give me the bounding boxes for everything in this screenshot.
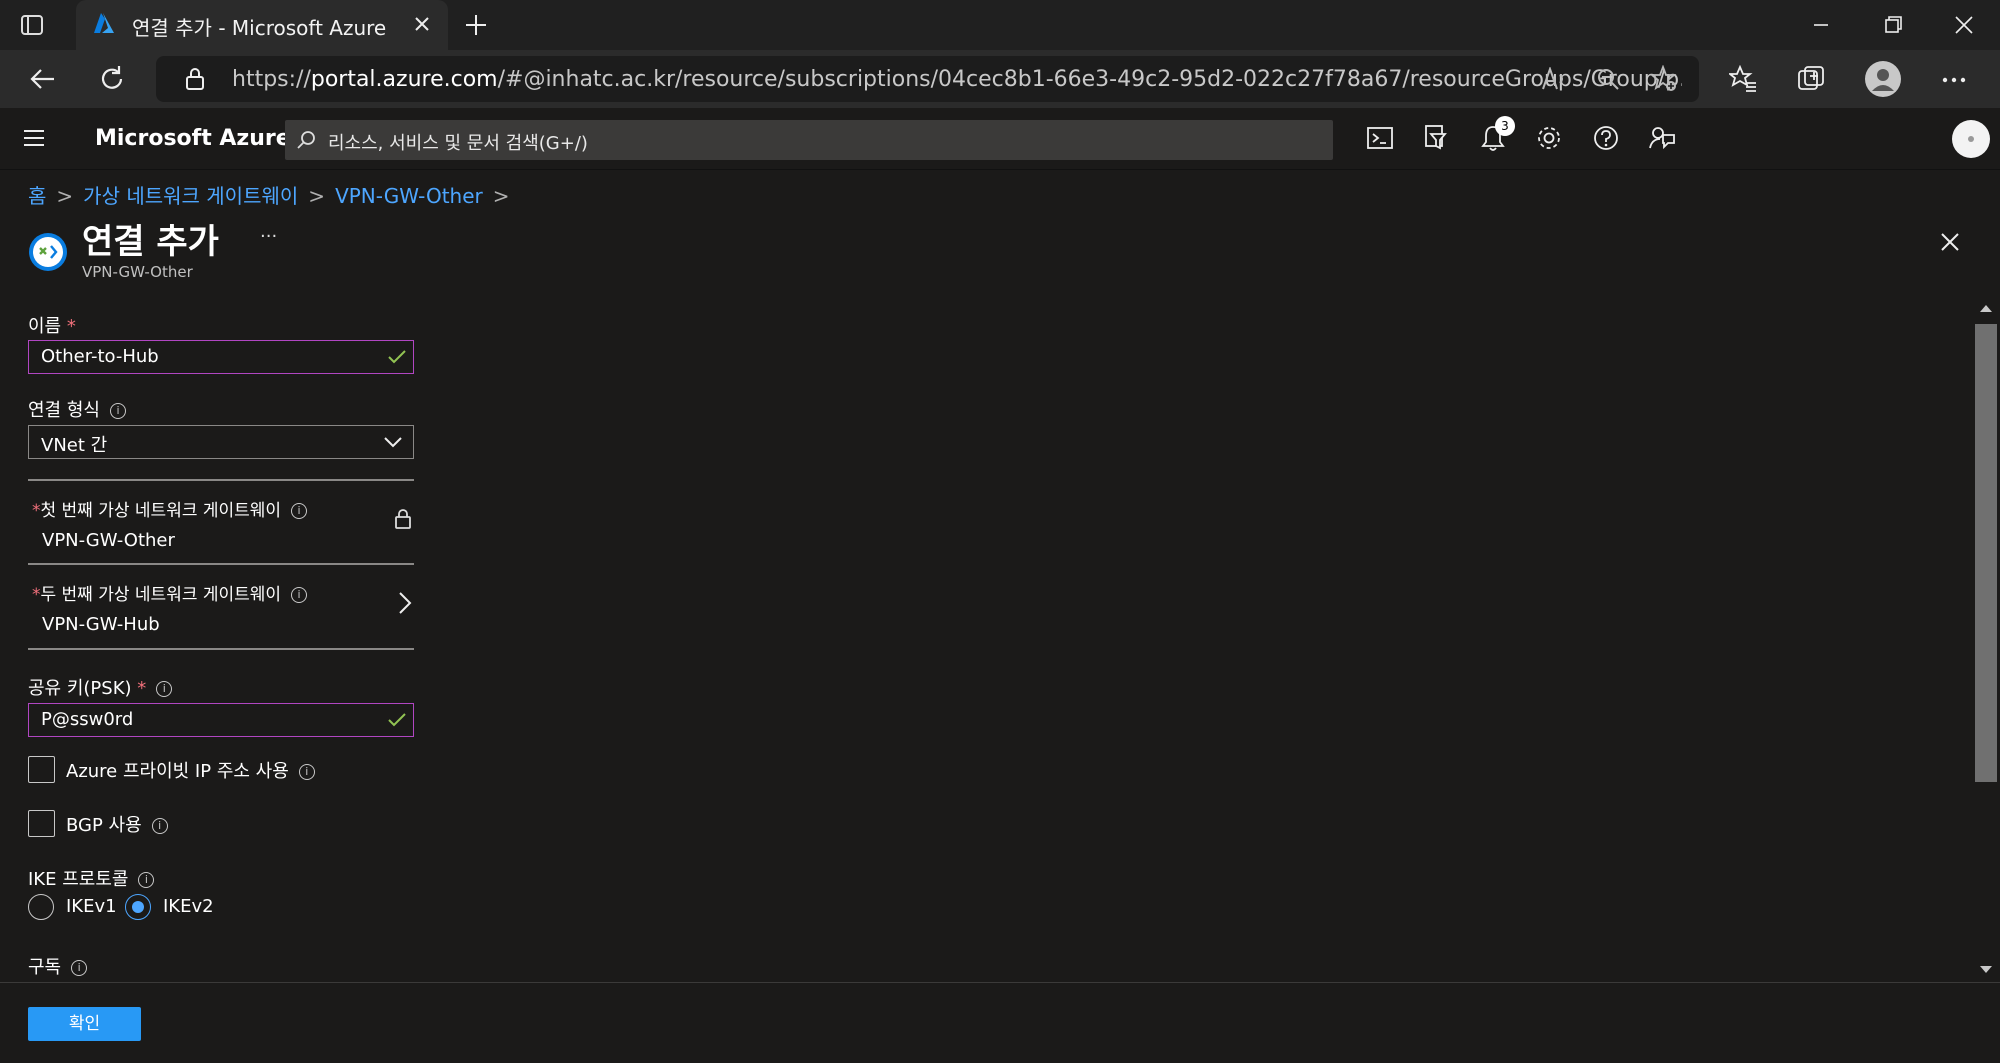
info-icon[interactable]: i bbox=[151, 818, 168, 834]
close-blade-icon[interactable] bbox=[1938, 230, 1962, 254]
azure-logo-icon bbox=[92, 13, 116, 35]
ikev1-radio[interactable] bbox=[28, 894, 54, 920]
scrollbar-thumb[interactable] bbox=[1975, 324, 1997, 782]
settings-gear-icon[interactable] bbox=[1531, 120, 1567, 156]
search-icon bbox=[296, 130, 316, 150]
connection-type-dropdown[interactable]: VNet 간 bbox=[28, 425, 414, 459]
bgp-label: BGP 사용 i bbox=[66, 811, 168, 837]
url-text: https://portal.azure.com/#@inhatc.ac.kr/… bbox=[232, 67, 1682, 92]
scroll-down-arrow-icon[interactable] bbox=[1978, 964, 1994, 976]
add-favorite-icon[interactable] bbox=[1650, 65, 1678, 93]
info-icon[interactable]: i bbox=[71, 960, 88, 976]
help-icon[interactable] bbox=[1588, 120, 1624, 156]
info-icon[interactable]: i bbox=[291, 503, 308, 519]
minimize-window-icon[interactable] bbox=[1810, 14, 1832, 36]
section-divider bbox=[28, 563, 414, 565]
account-avatar-icon[interactable] bbox=[1952, 120, 1990, 158]
section-divider bbox=[28, 648, 414, 650]
search-placeholder: 리소스, 서비스 및 문서 검색(G+/) bbox=[328, 133, 588, 154]
refresh-icon[interactable] bbox=[97, 64, 127, 94]
notifications-bell-icon[interactable]: 3 bbox=[1475, 116, 1515, 156]
first-gateway-value: VPN-GW-Other bbox=[42, 530, 175, 551]
directory-filter-icon[interactable] bbox=[1418, 120, 1454, 156]
cloud-shell-icon[interactable] bbox=[1362, 120, 1398, 156]
name-label: 이름 * bbox=[28, 316, 76, 337]
second-gateway-value: VPN-GW-Hub bbox=[42, 614, 160, 635]
info-icon[interactable]: i bbox=[109, 403, 126, 419]
profile-avatar-icon[interactable] bbox=[1865, 61, 1901, 97]
browser-address-bar: https://portal.azure.com/#@inhatc.ac.kr/… bbox=[0, 50, 2000, 108]
chevron-down-icon bbox=[383, 435, 403, 449]
azure-brand[interactable]: Microsoft Azure bbox=[95, 126, 291, 151]
tab-actions-icon[interactable] bbox=[20, 13, 44, 37]
tab-title: 연결 추가 - Microsoft Azure bbox=[132, 16, 387, 40]
more-actions-button[interactable]: ··· bbox=[260, 226, 277, 247]
ikev2-radio[interactable] bbox=[125, 894, 151, 920]
read-aloud-icon[interactable] bbox=[1541, 67, 1567, 91]
azure-top-bar: Microsoft Azure 리소스, 서비스 및 문서 검색(G+/) 3 bbox=[0, 108, 2000, 170]
connection-type-label: 연결 형식 i bbox=[28, 396, 126, 422]
scroll-up-arrow-icon[interactable] bbox=[1978, 302, 1994, 314]
lock-icon bbox=[394, 508, 412, 530]
psk-value: P@ssw0rd bbox=[41, 709, 134, 730]
breadcrumb-vpn-gw-other[interactable]: VPN-GW-Other bbox=[335, 184, 483, 208]
info-icon[interactable]: i bbox=[138, 872, 155, 888]
page-subtitle: VPN-GW-Other bbox=[82, 263, 193, 281]
chevron-right-icon[interactable] bbox=[398, 591, 412, 615]
confirm-button[interactable]: 확인 bbox=[28, 1007, 141, 1041]
breadcrumb-separator: > bbox=[56, 184, 74, 208]
collections-icon[interactable] bbox=[1797, 65, 1825, 93]
subscription-label: 구독 i bbox=[28, 953, 88, 979]
breadcrumb-vnet-gateways[interactable]: 가상 네트워크 게이트웨이 bbox=[83, 184, 298, 208]
ike-protocol-label: IKE 프로토콜 i bbox=[28, 865, 155, 891]
new-tab-icon[interactable] bbox=[463, 12, 489, 38]
bgp-checkbox[interactable] bbox=[28, 810, 55, 837]
info-icon[interactable]: i bbox=[156, 681, 173, 697]
psk-label: 공유 키(PSK) * i bbox=[28, 674, 173, 700]
zoom-out-icon[interactable] bbox=[1596, 67, 1620, 91]
second-gateway-label: *두 번째 가상 네트워크 게이트웨이 i bbox=[32, 580, 308, 605]
valid-check-icon bbox=[387, 711, 407, 729]
breadcrumb-home[interactable]: 홈 bbox=[28, 184, 46, 208]
info-icon[interactable]: i bbox=[298, 764, 315, 780]
feedback-icon[interactable] bbox=[1644, 120, 1680, 156]
breadcrumb: 홈 > 가상 네트워크 게이트웨이 > VPN-GW-Other > bbox=[28, 180, 520, 209]
name-input[interactable]: Other-to-Hub bbox=[28, 340, 414, 374]
page-title: 연결 추가 bbox=[82, 222, 219, 262]
connection-type-value: VNet 간 bbox=[41, 435, 108, 456]
valid-check-icon bbox=[387, 348, 407, 366]
breadcrumb-separator: > bbox=[492, 184, 510, 208]
blade-footer: 확인 bbox=[0, 982, 2000, 1063]
ikev1-label: IKEv1 bbox=[66, 896, 117, 917]
close-tab-icon[interactable] bbox=[412, 14, 432, 34]
notification-count-badge: 3 bbox=[1495, 116, 1515, 136]
connection-resource-icon bbox=[28, 232, 68, 272]
lock-icon[interactable] bbox=[184, 67, 206, 91]
vertical-scrollbar[interactable] bbox=[1972, 296, 2000, 982]
favorites-icon[interactable] bbox=[1729, 65, 1757, 93]
url-field[interactable]: https://portal.azure.com/#@inhatc.ac.kr/… bbox=[156, 56, 1699, 102]
private-ip-label: Azure 프라이빗 IP 주소 사용 i bbox=[66, 757, 315, 783]
breadcrumb-separator: > bbox=[308, 184, 326, 208]
first-gateway-label: *첫 번째 가상 네트워크 게이트웨이 i bbox=[32, 496, 308, 521]
private-ip-checkbox[interactable] bbox=[28, 756, 55, 783]
psk-input[interactable]: P@ssw0rd bbox=[28, 703, 414, 737]
restore-window-icon[interactable] bbox=[1882, 14, 1904, 36]
hamburger-menu-icon[interactable] bbox=[22, 127, 46, 149]
ikev2-label: IKEv2 bbox=[163, 896, 214, 917]
global-search-input[interactable]: 리소스, 서비스 및 문서 검색(G+/) bbox=[285, 120, 1333, 160]
info-icon[interactable]: i bbox=[291, 587, 308, 603]
name-value: Other-to-Hub bbox=[41, 346, 159, 367]
settings-more-icon[interactable] bbox=[1940, 66, 1968, 94]
close-window-icon[interactable] bbox=[1953, 14, 1975, 36]
back-icon[interactable] bbox=[28, 64, 58, 94]
section-divider bbox=[28, 479, 414, 481]
browser-tab-bar: 연결 추가 - Microsoft Azure bbox=[0, 0, 2000, 50]
browser-tab-active[interactable]: 연결 추가 - Microsoft Azure bbox=[76, 0, 448, 50]
